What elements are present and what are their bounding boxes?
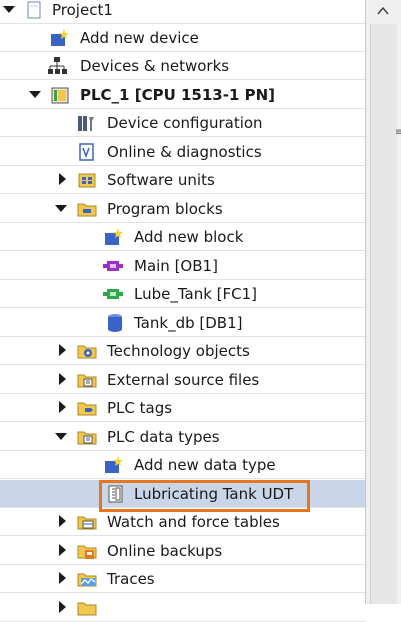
tree-item-plc-tags[interactable]: PLC tags xyxy=(0,394,365,422)
tree-item-label: Main [OB1] xyxy=(134,257,218,275)
collapse-arrow-icon[interactable] xyxy=(56,601,70,615)
vertical-scrollbar[interactable] xyxy=(365,0,401,604)
tree-item-label: Lube_Tank [FC1] xyxy=(134,285,258,303)
tree-item-online-backups[interactable]: Online backups xyxy=(0,537,365,565)
tree-item-software-units[interactable]: Software units xyxy=(0,166,365,194)
tree-item-label: Software units xyxy=(107,171,215,189)
collapse-arrow-icon[interactable] xyxy=(56,401,70,415)
device-config-icon xyxy=(76,113,96,133)
tree-item-label: Devices & networks xyxy=(80,57,230,75)
expand-arrow-icon[interactable] xyxy=(3,3,17,17)
tree-item-main-ob1[interactable]: Main [OB1] xyxy=(0,252,365,280)
collapse-arrow-icon[interactable] xyxy=(56,515,70,529)
tree-item-watch-force-tables[interactable]: Watch and force tables xyxy=(0,508,365,536)
expand-arrow-icon[interactable] xyxy=(55,430,69,444)
panel-grip-icon[interactable]: ≡ xyxy=(395,127,401,138)
tree-item-plc-data-types[interactable]: PLC data types xyxy=(0,423,365,451)
tree-item-technology-objects[interactable]: Technology objects xyxy=(0,337,365,365)
tree-item-add-new-block[interactable]: Add new block xyxy=(0,223,365,251)
highlight-frame xyxy=(99,480,310,512)
collapse-arrow-icon[interactable] xyxy=(56,572,70,586)
tree-item-device-configuration[interactable]: Device configuration xyxy=(0,109,365,137)
add-block-icon xyxy=(103,227,123,247)
source-folder-icon xyxy=(77,370,97,390)
tree-item-label: Traces xyxy=(107,570,155,588)
tree-item-label: Add new data type xyxy=(134,456,276,474)
watch-folder-icon xyxy=(77,512,97,532)
tree-item-label: Online backups xyxy=(107,542,223,560)
tree-item-label: Watch and force tables xyxy=(107,513,280,531)
tree-item-plc1[interactable]: PLC_1 [CPU 1513-1 PN] xyxy=(0,81,365,109)
tree-item-label: Tank_db [DB1] xyxy=(134,314,243,332)
scroll-up-button[interactable] xyxy=(366,0,401,22)
db-block-icon xyxy=(105,313,125,333)
tree-item-label: PLC_1 [CPU 1513-1 PN] xyxy=(80,86,276,104)
tree-item-label: PLC data types xyxy=(107,428,220,446)
tree-item-traces[interactable]: Traces xyxy=(0,565,365,593)
tree-item-program-blocks[interactable]: Program blocks xyxy=(0,195,365,223)
collapse-arrow-icon[interactable] xyxy=(56,344,70,358)
tree-item-add-new-data-type[interactable]: Add new data type xyxy=(0,451,365,479)
tree-item-label: External source files xyxy=(107,371,260,389)
tree-item-label: Online & diagnostics xyxy=(107,143,262,161)
technology-folder-icon xyxy=(77,341,97,361)
tree-item-label: Add new block xyxy=(134,228,244,246)
network-icon xyxy=(47,56,67,76)
tree-item-devices-networks[interactable]: Devices & networks xyxy=(0,52,365,80)
collapse-arrow-icon[interactable] xyxy=(56,373,70,387)
tree-item-tank-db-db1[interactable]: Tank_db [DB1] xyxy=(0,309,365,337)
fc-block-icon xyxy=(103,284,123,304)
tree-item-lube-tank-fc1[interactable]: Lube_Tank [FC1] xyxy=(0,280,365,308)
tree-item-label: PLC tags xyxy=(107,399,173,417)
tree-item-online-diagnostics[interactable]: Online & diagnostics xyxy=(0,138,365,166)
tree-item-label: Technology objects xyxy=(107,342,250,360)
project-icon xyxy=(24,0,44,20)
tree-item-project1[interactable]: Project1 xyxy=(0,0,365,24)
tree-item-partial[interactable] xyxy=(0,594,365,622)
project-tree: Project1 Add new device Devices & networ… xyxy=(0,0,388,622)
add-datatype-icon xyxy=(103,455,123,475)
traces-folder-icon xyxy=(77,569,97,589)
datatypes-folder-icon xyxy=(77,427,97,447)
expand-arrow-icon[interactable] xyxy=(29,88,43,102)
tree-item-label: Device configuration xyxy=(107,114,263,132)
tags-folder-icon xyxy=(77,398,97,418)
tree-item-label: Project1 xyxy=(52,1,113,19)
expand-arrow-icon[interactable] xyxy=(55,202,69,216)
ob-block-icon xyxy=(103,256,123,276)
collapse-arrow-icon[interactable] xyxy=(56,173,70,187)
folder-blocks-icon xyxy=(77,199,97,219)
scroll-thumb[interactable] xyxy=(370,24,397,604)
plc-icon xyxy=(50,85,70,105)
add-device-icon xyxy=(49,28,69,48)
tree-item-external-source-files[interactable]: External source files xyxy=(0,366,365,394)
software-units-icon xyxy=(77,170,97,190)
collapse-arrow-icon[interactable] xyxy=(56,544,70,558)
backup-folder-icon xyxy=(77,541,97,561)
folder-icon xyxy=(77,598,97,618)
diagnostics-icon xyxy=(77,142,97,162)
tree-item-label: Program blocks xyxy=(107,200,223,218)
tree-item-label: Add new device xyxy=(80,29,199,47)
tree-item-add-new-device[interactable]: Add new device xyxy=(0,24,365,52)
